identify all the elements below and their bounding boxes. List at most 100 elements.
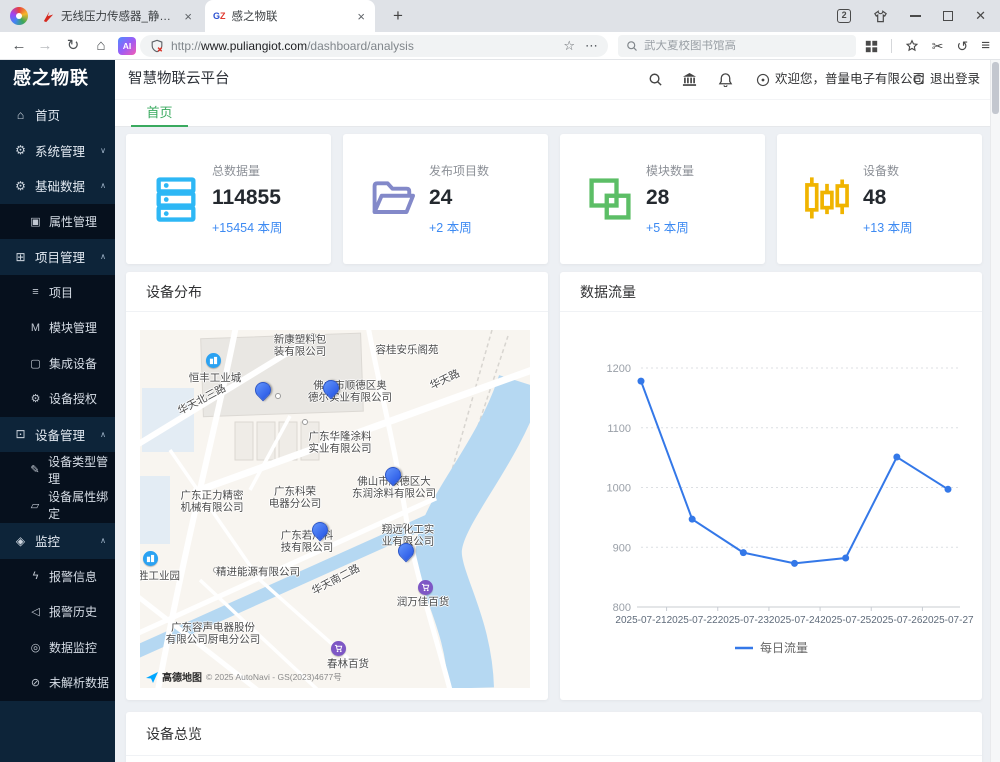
stat-delta: +15454 本周 (212, 217, 283, 236)
tab-count-badge[interactable]: 2 (837, 9, 851, 23)
menu-icon[interactable]: ≡ (981, 32, 990, 60)
app-header: 智慧物联云平台 欢迎您，普量电子有限公司 退出登录 (115, 60, 1000, 99)
header-search-icon[interactable] (648, 72, 663, 92)
scrollbar-thumb[interactable] (992, 62, 999, 114)
search-input[interactable] (644, 40, 824, 52)
monitor-icon: ◈ (13, 534, 28, 548)
sidebar-item[interactable]: ⊡设备管理∧ (0, 417, 115, 453)
browser-tab-ganzhi[interactable]: GZ 感之物联 × (205, 0, 375, 32)
sidebar-item[interactable]: ⌂首页 (0, 97, 115, 133)
sidebar-item-label: 集成设备 (49, 355, 97, 372)
ai-assistant-icon[interactable]: AI (118, 37, 136, 55)
svg-text:1200: 1200 (607, 363, 631, 375)
amap-logo: 高德地图 (145, 669, 202, 684)
tab-close-icon[interactable]: × (182, 9, 194, 24)
map-label: 新康塑料包装有限公司 (274, 334, 327, 359)
browser-toolbar: ← → ↻ ⌂ AI http://www.puliangiot.com/das… (0, 32, 1000, 60)
amap-arrow-icon (145, 670, 159, 684)
attribute-icon: ▣ (29, 215, 42, 228)
stat-card: 模块数量28+5 本周 (560, 134, 765, 264)
sidebar-item[interactable]: ⚙基础数据∧ (0, 168, 115, 204)
favorites-star-icon[interactable] (905, 39, 919, 53)
svg-text:2025-07-25: 2025-07-25 (820, 615, 872, 626)
panel-title: 设备分布 (126, 272, 548, 312)
theme-shirt-icon[interactable] (873, 9, 888, 24)
sidebar-item[interactable]: ϟ报警信息 (0, 559, 115, 595)
sidebar-item[interactable]: ≡ 项目 (0, 275, 115, 311)
browser-window: 无线压力传感器_静力水准仪_ × GZ 感之物联 × + 2 ✕ ← → ↻ ⌂… (0, 0, 1000, 762)
sidebar-item[interactable]: ⊘未解析数据 (0, 665, 115, 701)
more-options-icon[interactable]: ⋯ (585, 38, 598, 54)
chevron-down-icon: ∨ (100, 146, 106, 155)
sidebar-item[interactable]: ▣属性管理 (0, 204, 115, 240)
chevron-up-icon: ∧ (100, 430, 106, 439)
sidebar-item[interactable]: ◁报警历史 (0, 594, 115, 630)
app-logo: 感之物联 (0, 60, 115, 97)
browser-tab-puliang[interactable]: 无线压力传感器_静力水准仪_ × (34, 0, 202, 32)
browser-tabbar: 无线压力传感器_静力水准仪_ × GZ 感之物联 × + 2 ✕ (0, 0, 1000, 32)
database-icon (150, 173, 202, 225)
map-label: 佛山市顺德区奥德尔实业有限公司 (308, 380, 392, 405)
stat-value: 28 (646, 186, 694, 210)
sidebar-item[interactable]: ⚙系统管理∨ (0, 133, 115, 169)
data-flow-chart: 8009001000110012002025-07-212025-07-2220… (560, 312, 982, 700)
sidebar-item[interactable]: ◎数据监控 (0, 630, 115, 666)
screenshot-scissors-icon[interactable]: ✂ (932, 32, 944, 60)
stat-label: 设备数 (863, 162, 913, 179)
gear-icon: ⚙ (29, 392, 42, 405)
sidebar-item[interactable]: ▱设备属性绑定 (0, 488, 115, 524)
svg-text:1100: 1100 (607, 423, 631, 435)
user-circle-icon (756, 73, 770, 87)
logout-button[interactable]: 退出登录 (912, 60, 980, 99)
map-label: 广东科荣电器分公司 (269, 486, 322, 511)
line-chart-svg: 8009001000110012002025-07-212025-07-2220… (560, 312, 982, 692)
reload-button[interactable]: ↻ (62, 32, 84, 60)
sidebar-item-label: 首页 (35, 105, 60, 124)
page-scrollbar[interactable] (990, 60, 1000, 762)
sidebar-item[interactable]: ▢集成设备 (0, 346, 115, 382)
home-button[interactable]: ⌂ (90, 32, 112, 60)
window-minimize-button[interactable] (910, 15, 921, 17)
sidebar-item[interactable]: M模块管理 (0, 310, 115, 346)
list-icon: ≡ (29, 286, 42, 298)
panel-title: 数据流量 (560, 272, 982, 312)
svg-text:2025-07-22: 2025-07-22 (667, 615, 719, 626)
sidebar-item[interactable]: ✎设备类型管理 (0, 452, 115, 488)
puliang-favicon-icon (42, 10, 55, 23)
sidebar-item-label: 项目 (49, 284, 73, 301)
welcome-user-menu[interactable]: 欢迎您，普量电子有限公司 (756, 60, 925, 99)
device-overview-panel: 设备总览 (126, 712, 982, 762)
sidebar-item-label: 监控 (35, 531, 60, 550)
bookmark-star-icon[interactable]: ☆ (563, 38, 575, 54)
sidebar-item[interactable]: ⚙设备授权 (0, 381, 115, 417)
notifications-bell-icon[interactable] (718, 72, 733, 92)
sidebar-item[interactable]: ⊞项目管理∧ (0, 239, 115, 275)
organization-bank-icon[interactable] (682, 72, 697, 92)
back-button[interactable]: ← (8, 32, 30, 60)
map-label: 春林百货 (327, 658, 369, 670)
device-map[interactable]: 新康塑料包装有限公司容桂安乐阁苑恒丰工业城华天北三路佛山市顺德区奥德尔实业有限公… (140, 330, 530, 688)
chevron-up-icon: ∧ (100, 252, 106, 261)
quick-search-box[interactable] (618, 35, 856, 57)
new-tab-button[interactable]: + (386, 4, 410, 28)
insecure-shield-icon[interactable] (150, 39, 164, 53)
tab-close-icon[interactable]: × (355, 9, 367, 24)
forward-button[interactable]: → (34, 32, 56, 60)
window-maximize-button[interactable] (943, 11, 953, 21)
sidebar-menu: ⌂首页⚙系统管理∨⚙基础数据∧▣属性管理⊞项目管理∧≡项目M模块管理▢集成设备⚙… (0, 97, 115, 701)
stat-label: 发布项目数 (429, 162, 489, 179)
sidebar-item[interactable]: ◈监控∧ (0, 523, 115, 559)
stat-label: 总数据量 (212, 162, 283, 179)
address-bar[interactable]: http://www.puliangiot.com/dashboard/anal… (140, 35, 608, 57)
window-close-button[interactable]: ✕ (975, 8, 986, 24)
browser-logo-icon[interactable] (10, 7, 28, 25)
apps-grid-icon[interactable] (865, 40, 878, 53)
tab-home[interactable]: 首页 (131, 100, 188, 127)
map-label: 润万佳百货 (397, 596, 450, 608)
tab-title: 无线压力传感器_静力水准仪_ (61, 8, 176, 24)
sidebar-item-label: 设备属性绑定 (48, 488, 115, 522)
stat-value: 24 (429, 186, 489, 210)
pencil-icon: ✎ (29, 463, 41, 476)
undo-icon[interactable]: ↺ (957, 32, 969, 60)
map-building-icon (206, 353, 221, 368)
